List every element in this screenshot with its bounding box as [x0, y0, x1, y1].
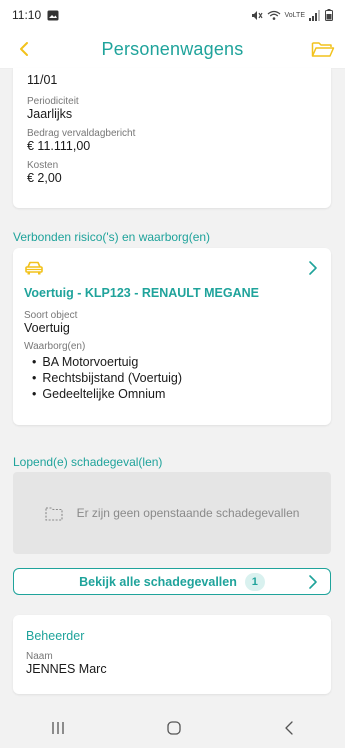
empty-folder-icon — [45, 506, 63, 521]
object-type-value: Voertuig — [24, 321, 70, 335]
no-claims-placeholder: Er zijn geen openstaande schadegevallen — [13, 472, 331, 554]
guarantees-list: BA Motorvoertuig Rechtsbijstand (Voertui… — [24, 354, 319, 402]
amount-value: € 11.111,00 — [27, 139, 91, 153]
app-bar: Personenwagens — [0, 30, 345, 69]
manager-name-value: JENNES Marc — [26, 662, 107, 676]
vehicle-risk-card[interactable]: Voertuig - KLP123 - RENAULT MEGANE Soort… — [13, 248, 331, 425]
vehicle-title: Voertuig - KLP123 - RENAULT MEGANE — [24, 286, 259, 300]
payment-details-card: 11/01 Periodiciteit Jaarlijks Bedrag ver… — [13, 68, 331, 208]
costs-value: € 2,00 — [27, 171, 62, 185]
chevron-right-icon[interactable] — [307, 260, 319, 276]
back-nav-icon[interactable] — [283, 720, 295, 736]
recent-apps-icon[interactable] — [50, 721, 66, 735]
claims-count-badge: 1 — [244, 572, 265, 591]
manager-card: Beheerder Naam JENNES Marc — [13, 615, 331, 694]
status-bar: 11:10 VoLTE — [0, 0, 345, 30]
manager-name-label: Naam — [26, 651, 53, 662]
amount-label: Bedrag vervaldagbericht — [27, 128, 136, 139]
guarantee-item: BA Motorvoertuig — [32, 354, 319, 370]
system-navigation-bar — [0, 708, 345, 748]
gallery-notification-icon — [47, 10, 59, 20]
view-all-claims-button[interactable]: Bekijk alle schadegevallen 1 — [13, 568, 331, 595]
risks-section-title: Verbonden risico('s) en waarborg(en) — [13, 230, 211, 244]
wifi-icon — [267, 10, 280, 20]
periodicity-value: Jaarlijks — [27, 107, 73, 121]
chevron-right-icon — [309, 575, 317, 589]
periodicity-label: Periodiciteit — [27, 96, 79, 107]
home-icon[interactable] — [166, 720, 182, 736]
costs-label: Kosten — [27, 160, 59, 171]
manager-title: Beheerder — [26, 629, 85, 643]
signal-icon — [309, 9, 320, 21]
guarantee-item: Gedeeltelijke Omnium — [32, 386, 319, 402]
folder-icon[interactable] — [311, 39, 335, 59]
car-icon — [25, 261, 43, 275]
view-all-claims-label: Bekijk alle schadegevallen — [79, 574, 237, 589]
network-type-label: VoLTE — [284, 11, 306, 19]
claims-section-title: Lopend(e) schadegeval(len) — [13, 455, 163, 469]
status-time: 11:10 — [12, 8, 42, 22]
mute-icon — [251, 10, 263, 20]
guarantee-item: Rechtsbijstand (Voertuig) — [32, 370, 319, 386]
back-chevron-icon[interactable] — [14, 38, 36, 60]
object-type-label: Soort object — [24, 310, 78, 321]
guarantees-label: Waarborg(en) — [24, 341, 86, 352]
no-claims-text: Er zijn geen openstaande schadegevallen — [76, 506, 300, 520]
page-title: Personenwagens — [101, 38, 244, 59]
battery-icon — [325, 9, 333, 21]
payment-partial-value: 11/01 — [27, 73, 58, 87]
